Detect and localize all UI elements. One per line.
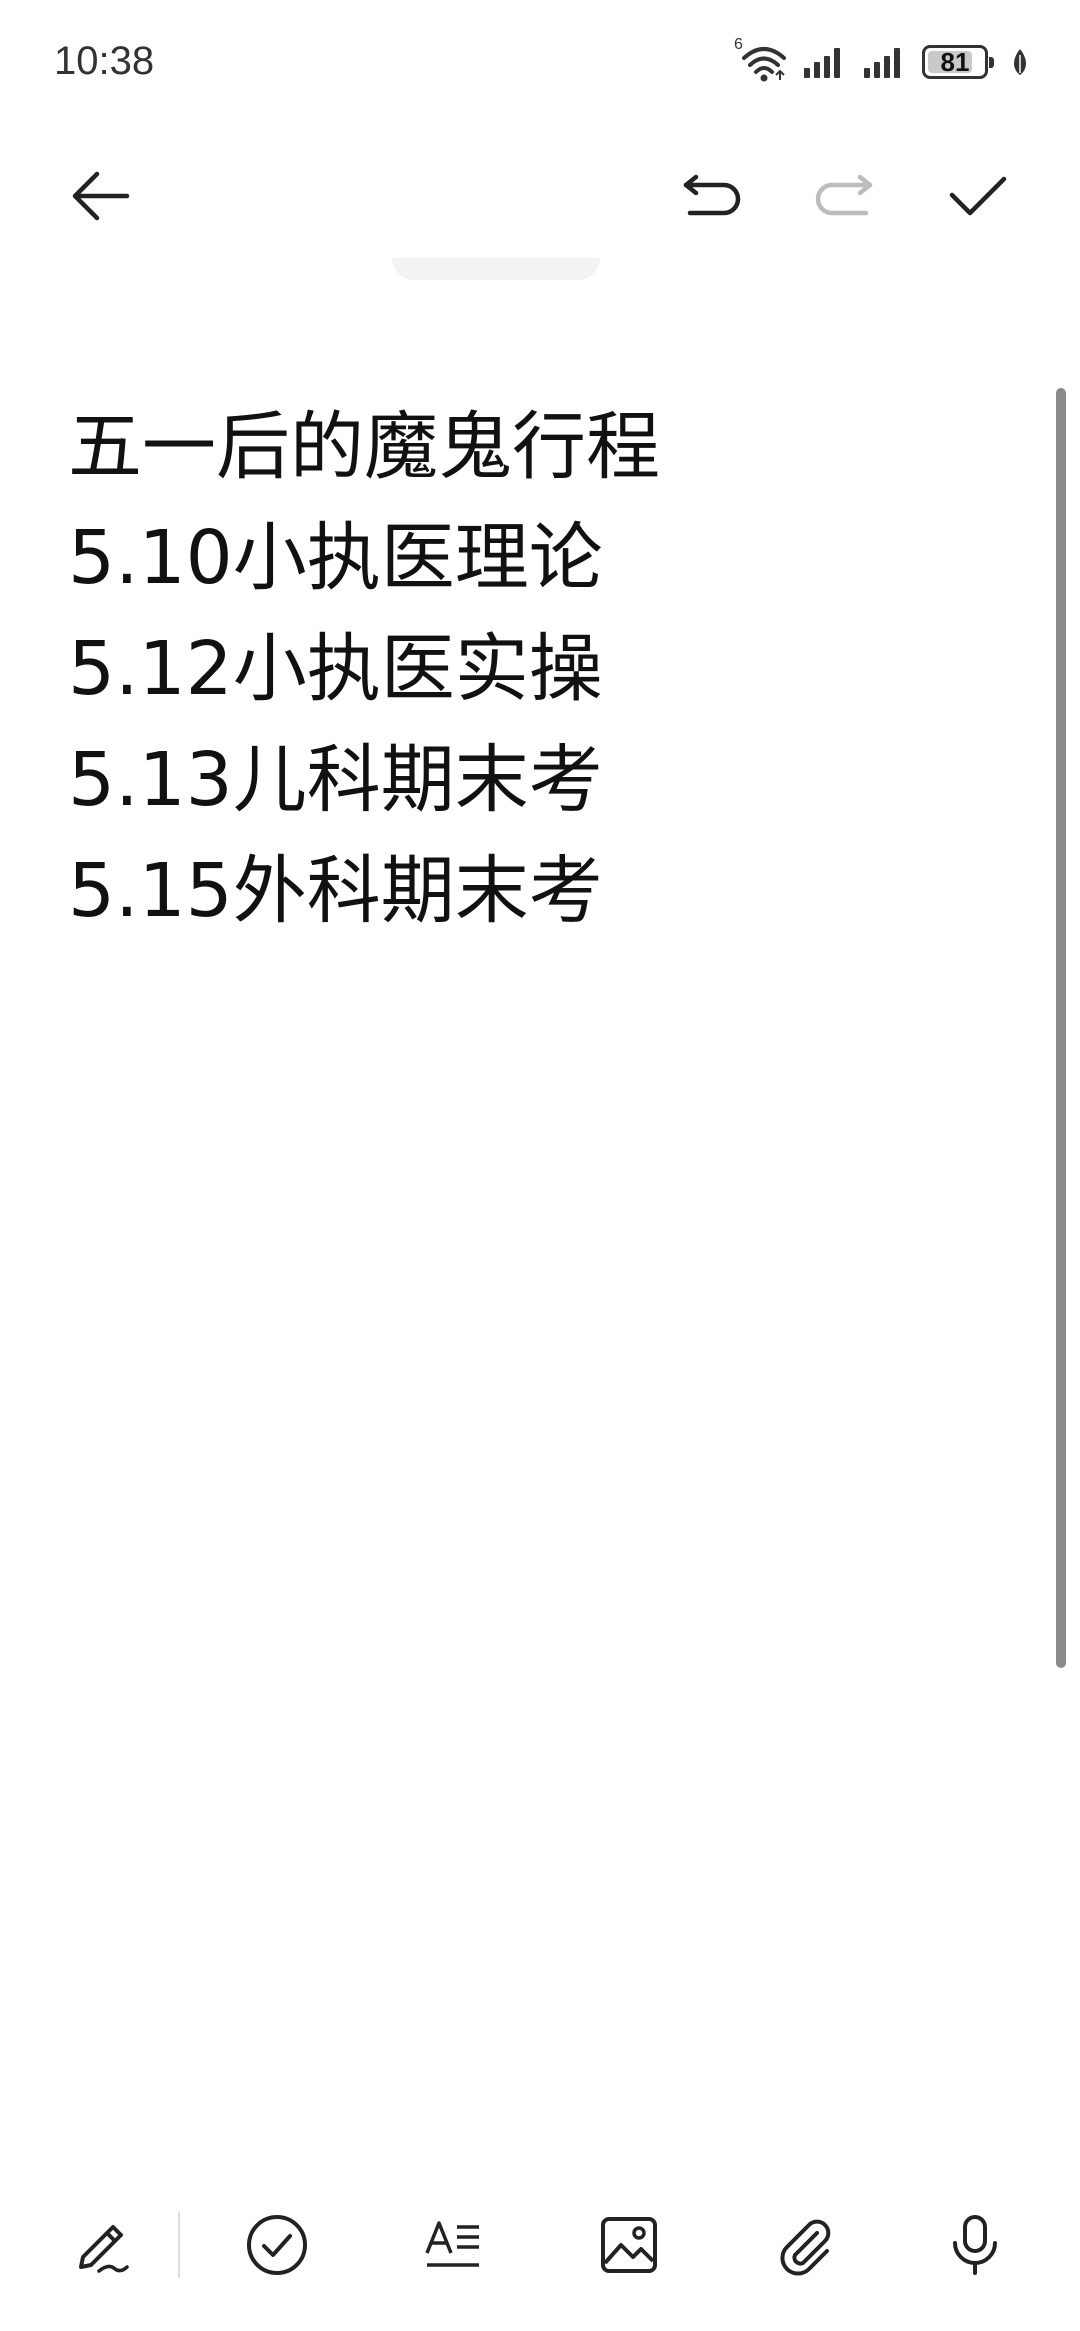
checklist-button[interactable] <box>232 2200 322 2290</box>
insert-image-button[interactable] <box>584 2200 674 2290</box>
undo-button[interactable] <box>672 156 752 236</box>
note-line[interactable]: 5.13儿科期末考 <box>68 725 1008 836</box>
leaf-icon <box>1010 47 1030 77</box>
toolbar-divider <box>178 2212 180 2278</box>
back-arrow-icon <box>67 166 133 226</box>
attachment-icon <box>773 2213 837 2277</box>
signal-icon <box>802 44 846 80</box>
wifi-6-icon: 6 <box>734 36 786 82</box>
note-line[interactable]: 5.10小执医理论 <box>68 503 1008 614</box>
voice-input-button[interactable] <box>930 2200 1020 2290</box>
attachment-button[interactable] <box>760 2200 850 2290</box>
checkmark-icon <box>946 171 1010 221</box>
redo-button[interactable] <box>804 156 884 236</box>
note-title[interactable]: 五一后的魔鬼行程 <box>68 392 1008 503</box>
microphone-icon <box>943 2213 1007 2277</box>
note-line[interactable]: 5.15外科期末考 <box>68 836 1008 947</box>
bottom-toolbar <box>0 2190 1080 2300</box>
status-time: 10:38 <box>54 39 155 83</box>
handwriting-pen-icon <box>69 2213 133 2277</box>
undo-icon <box>680 171 744 221</box>
back-button[interactable] <box>60 156 140 236</box>
status-bar: 10:38 6 81 <box>0 0 1080 120</box>
battery-icon: 81 <box>922 45 994 79</box>
handwriting-button[interactable] <box>56 2200 146 2290</box>
editor-toolbar <box>0 130 1080 250</box>
status-icons: 6 81 <box>734 36 1030 84</box>
battery-level: 81 <box>940 46 970 77</box>
redo-icon <box>812 171 876 221</box>
note-line[interactable]: 5.12小执医实操 <box>68 614 1008 725</box>
wifi-badge: 6 <box>734 36 743 53</box>
checklist-icon <box>245 2213 309 2277</box>
note-body[interactable]: 五一后的魔鬼行程 5.10小执医理论 5.12小执医实操 5.13儿科期末考 5… <box>68 392 1008 947</box>
pull-handle[interactable] <box>392 258 600 280</box>
image-icon <box>597 2213 661 2277</box>
scrollbar[interactable] <box>1056 388 1066 1668</box>
text-format-icon <box>421 2213 485 2277</box>
signal-icon <box>862 44 906 80</box>
text-format-button[interactable] <box>408 2200 498 2290</box>
done-button[interactable] <box>938 156 1018 236</box>
